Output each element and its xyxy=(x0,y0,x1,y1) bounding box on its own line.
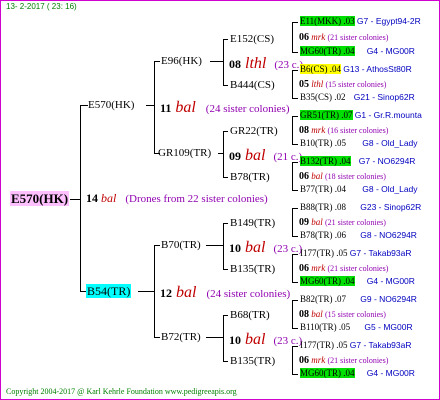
gen5-row-4[interactable]: B35(CS) .02 G21 - Sinop62R xyxy=(300,93,415,102)
connector xyxy=(210,61,223,62)
connector xyxy=(138,291,154,292)
root-queen-name: E570(HK) xyxy=(10,191,70,206)
gen4-queen-5[interactable]: B149(TR) xyxy=(230,218,275,229)
gen5-row-9[interactable]: B88(TR) .08 G23 - Sinop62R xyxy=(300,203,421,212)
connector xyxy=(292,162,293,190)
connector xyxy=(80,105,88,106)
gen4-info-1: 06 mrk (21 sister colonies) xyxy=(299,32,389,43)
gen5-row-14[interactable]: B110(TR) .05 G5 - MG00R xyxy=(300,323,413,332)
gen5-row-11[interactable]: I177(TR) .05 G7 - Takab93aR xyxy=(300,249,412,258)
gen4-queen-1[interactable]: E152(CS) xyxy=(230,34,274,45)
connector xyxy=(292,236,298,237)
gen5-row-13[interactable]: B82(TR) .07 G9 - NO6294R xyxy=(300,295,417,304)
gen5-row-15[interactable]: I177(TR) .05 G7 - Takab93aR xyxy=(300,341,412,350)
connector xyxy=(223,85,228,86)
connector xyxy=(292,22,293,52)
root-info: 14 bal (Drones from 22 sister colonies) xyxy=(86,191,268,205)
connector xyxy=(146,105,154,106)
gen4-info-6: 06 mrk (21 sister colonies) xyxy=(299,263,389,274)
connector xyxy=(292,116,298,117)
connector xyxy=(70,199,80,200)
connector xyxy=(223,315,224,361)
connector xyxy=(292,190,298,191)
connector xyxy=(292,282,298,283)
gen4-info-2: 05 lthl (15 sister colonies) xyxy=(299,79,387,90)
connector xyxy=(154,61,155,153)
connector xyxy=(223,269,228,270)
gen5-row-8[interactable]: B77(TR) .04 G8 - Old_Lady xyxy=(300,185,418,194)
connector xyxy=(292,208,298,209)
gen5-row-16[interactable]: MG60(TR) .04 G4 - MG00R xyxy=(300,368,415,378)
gen4-queen-7[interactable]: B68(TR) xyxy=(230,310,270,321)
connector xyxy=(292,22,298,23)
connector xyxy=(223,39,228,40)
copyright-footer: Copyright 2004-2017 @ Karl Kehrle Founda… xyxy=(6,387,237,396)
gen4-info-7: 08 bal (15 sister colonies) xyxy=(299,309,386,320)
connector xyxy=(206,245,223,246)
connector xyxy=(292,374,298,375)
connector xyxy=(292,52,298,53)
gen5-row-6[interactable]: B10(TR) .05 G8 - Old_Lady xyxy=(300,139,418,148)
connector xyxy=(292,300,293,328)
connector xyxy=(223,39,224,85)
connector xyxy=(223,315,228,316)
root-queen[interactable]: E570(HK) xyxy=(10,191,70,206)
gen5-row-2[interactable]: MG60(TR) .04 G4 - MG00R xyxy=(300,46,415,56)
connector xyxy=(223,223,224,269)
gen4-info-4: 06 bal (18 sister colonies) xyxy=(299,171,386,182)
connector xyxy=(292,144,298,145)
connector xyxy=(206,337,223,338)
gen4-queen-6[interactable]: B135(TR) xyxy=(230,264,275,275)
connector xyxy=(154,337,160,338)
gen5-row-10[interactable]: B78(TR) .06 G8 - NO6294R xyxy=(300,231,417,240)
gen5-row-12[interactable]: MG60(TR) .04 G4 - MG00R xyxy=(300,276,415,286)
gen4-queen-2[interactable]: B444(CS) xyxy=(230,80,275,91)
connector xyxy=(292,346,293,374)
gen3-info-1: 08 lthl (23 c.) xyxy=(229,55,304,72)
connector xyxy=(154,61,160,62)
connector xyxy=(292,254,293,282)
connector xyxy=(223,223,228,224)
gen2-queen-2[interactable]: B54(TR) xyxy=(86,284,132,298)
gen3-info-2: 09 bal (21 c.) xyxy=(229,147,303,164)
connector xyxy=(223,131,224,177)
gen5-row-5[interactable]: GR51(TR) .07 G1 - Gr.R.mounta xyxy=(300,110,422,120)
gen3-queen-2[interactable]: GR109(TR) xyxy=(158,148,211,159)
connector xyxy=(292,208,293,236)
connector xyxy=(292,300,298,301)
connector xyxy=(223,131,228,132)
timestamp: 13- 2-2017 ( 23: 16) xyxy=(6,2,77,11)
connector xyxy=(154,245,160,246)
gen3-info-3: 10 bal (23 c.) xyxy=(229,239,303,256)
gen4-queen-8[interactable]: B135(TR) xyxy=(230,356,275,367)
gen4-queen-4[interactable]: B78(TR) xyxy=(230,172,270,183)
gen3-queen-3[interactable]: B70(TR) xyxy=(161,240,201,251)
connector xyxy=(292,70,293,98)
gen4-info-3: 08 mrk (16 sister colonies) xyxy=(299,125,389,136)
gen4-queen-3[interactable]: GR22(TR) xyxy=(230,126,278,137)
gen4-info-8: 06 mrk (21 sister colonies) xyxy=(299,355,389,366)
gen2-queen-1[interactable]: E570(HK) xyxy=(88,100,134,111)
connector xyxy=(218,153,223,154)
gen5-row-3[interactable]: B6(CS) .04 G13 - AthosSt80R xyxy=(300,64,412,74)
connector xyxy=(80,105,81,291)
connector xyxy=(223,361,228,362)
connector xyxy=(223,177,228,178)
gen5-row-7[interactable]: B132(TR) .04 G7 - NO6294R xyxy=(300,156,415,166)
connector xyxy=(292,328,298,329)
gen4-info-5: 09 bal (21 sister colonies) xyxy=(299,217,386,228)
gen2-info-1: 11 bal (24 sister colonies) xyxy=(160,99,290,116)
gen2-info-2: 12 bal (24 sister colonies) xyxy=(160,284,291,301)
connector xyxy=(292,98,298,99)
gen3-info-4: 10 bal (23 c.) xyxy=(229,331,303,348)
connector xyxy=(154,245,155,337)
gen3-queen-1[interactable]: E96(HK) xyxy=(161,56,202,67)
connector xyxy=(292,116,293,144)
gen5-row-1[interactable]: E11(MKK) .03 G7 - Egypt94-2R xyxy=(300,16,421,26)
gen3-queen-4[interactable]: B72(TR) xyxy=(161,332,201,343)
